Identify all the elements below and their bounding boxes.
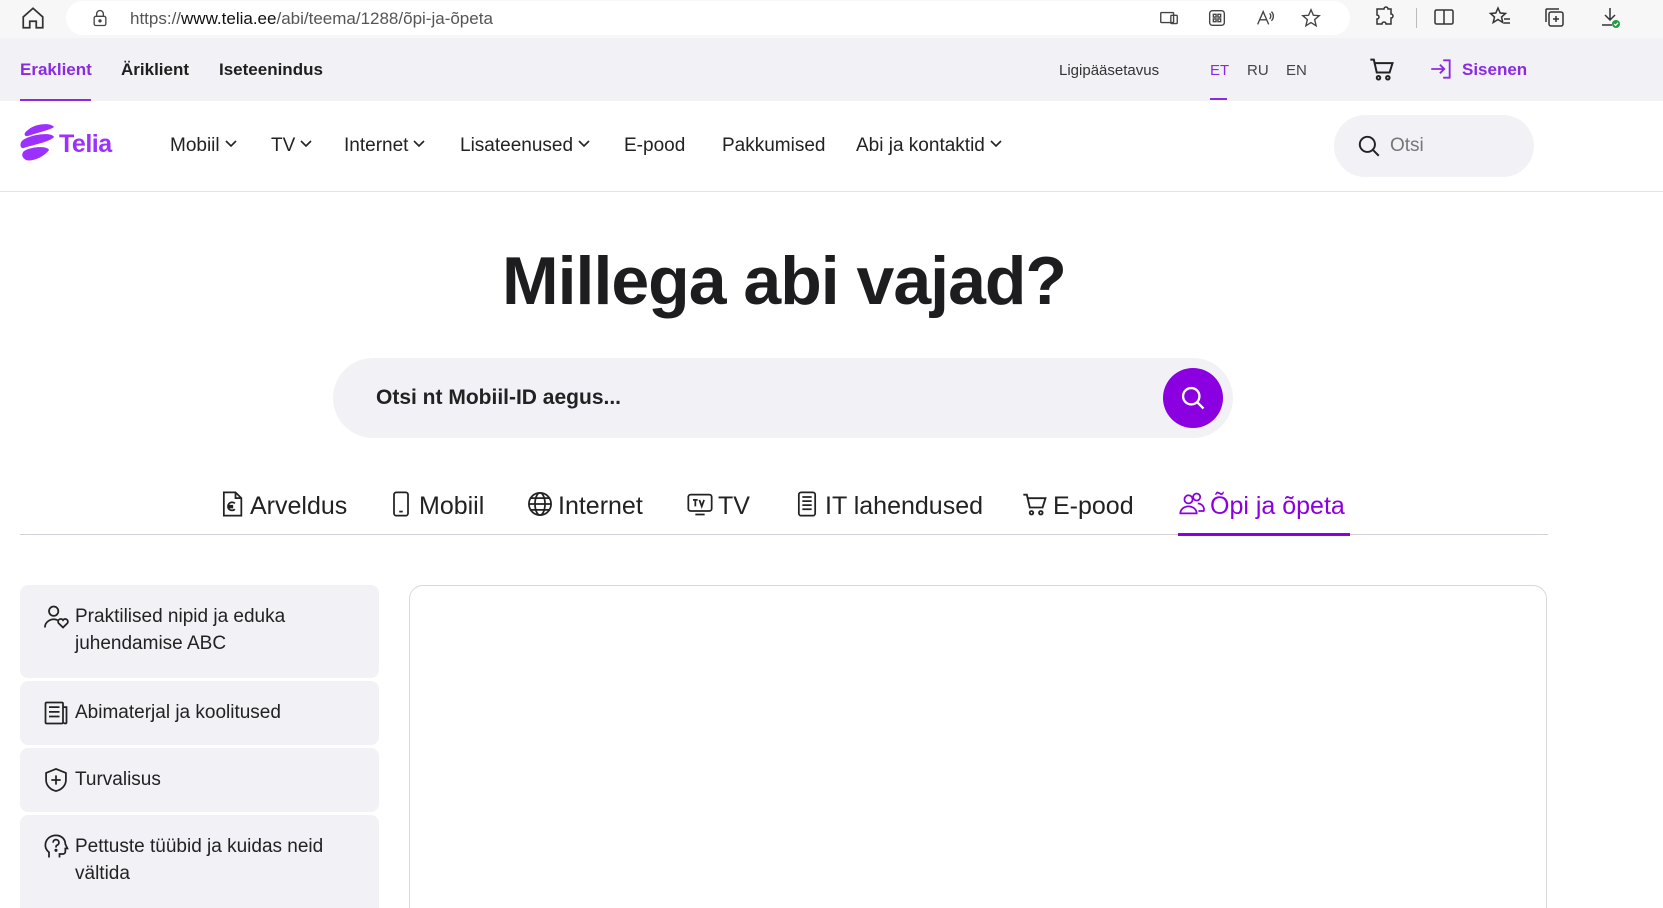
collections-icon[interactable]: [1542, 5, 1566, 29]
shield-plus-icon: [45, 767, 67, 792]
login-icon[interactable]: [1428, 56, 1454, 82]
nav-lisateenused[interactable]: Lisateenused: [460, 135, 591, 157]
telia-logo-mark-icon: [20, 124, 54, 161]
nav-tv-label: TV: [271, 135, 296, 156]
tab-mobiil-label: Mobiil: [419, 492, 485, 520]
side-item-line2: juhendamise ABC: [75, 633, 227, 654]
favorites-icon[interactable]: [1488, 5, 1512, 29]
telia-logo-text: Telia: [59, 130, 112, 158]
nav-internet-label: Internet: [344, 135, 409, 156]
nav-abi-ja-kontaktid[interactable]: Abi ja kontaktid: [856, 135, 1003, 157]
help-search-input[interactable]: Otsi nt Mobiil-ID aegus...: [333, 358, 1233, 438]
nav-mobiil-label: Mobiil: [170, 135, 220, 156]
address-bar[interactable]: https://www.telia.ee/abi/teema/1288/õpi-…: [66, 1, 1350, 35]
people-icon: [1179, 492, 1205, 515]
language-active-indicator: [1210, 98, 1227, 100]
side-item-line1: Praktilised nipid ja eduka: [75, 606, 286, 627]
segment-eraklient[interactable]: Eraklient: [20, 60, 92, 80]
url-path: /abi/teema/1288/õpi-ja-õpeta: [276, 9, 493, 28]
side-item-pettuste-tuubid[interactable]: Pettuste tüübid ja kuidas neid vältida: [20, 815, 379, 908]
phone-icon: [393, 491, 409, 517]
main-navigation: Telia Mobiil TV Internet Lisateenused E-…: [0, 101, 1663, 192]
tab-arveldus[interactable]: Arveldus: [218, 490, 347, 530]
invoice-euro-icon: [222, 491, 243, 517]
tab-tv[interactable]: TV: [686, 490, 750, 530]
tab-internet[interactable]: Internet: [526, 490, 643, 530]
cart-icon[interactable]: [1368, 55, 1396, 83]
nav-pakkumised[interactable]: Pakkumised: [722, 135, 826, 157]
tab-internet-label: Internet: [558, 492, 643, 520]
segment-ariklient[interactable]: Äriklient: [121, 60, 189, 80]
accessibility-link[interactable]: Ligipääsetavus: [1059, 62, 1159, 79]
tab-opi-ja-opeta[interactable]: Õpi ja õpeta: [1178, 490, 1345, 530]
side-item-turvalisus[interactable]: Turvalisus: [20, 748, 379, 812]
page-title: Millega abi vajad?: [502, 243, 1067, 319]
tab-arveldus-label: Arveldus: [250, 492, 348, 520]
tab-opi-ja-opeta-label: Õpi ja õpeta: [1210, 492, 1345, 520]
language-en[interactable]: EN: [1286, 62, 1307, 79]
telia-logo[interactable]: Telia: [20, 124, 120, 164]
chevron-down-icon: [413, 140, 426, 148]
tab-it-lahendused[interactable]: IT lahendused: [793, 490, 983, 530]
extensions-icon[interactable]: [1372, 5, 1396, 29]
tab-active-indicator: [1178, 533, 1350, 536]
side-item-praktilised-nipid[interactable]: Praktilised nipid ja eduka juhendamise AB…: [20, 585, 379, 678]
side-item-label: Abimaterjal ja koolitused: [75, 702, 281, 723]
login-link[interactable]: Sisenen: [1462, 60, 1527, 80]
read-aloud-icon[interactable]: [1254, 7, 1276, 29]
tv-icon: [687, 493, 713, 516]
search-icon: [1181, 386, 1205, 410]
nav-abi-ja-kontaktid-label: Abi ja kontaktid: [856, 135, 985, 156]
side-item-abimaterjal[interactable]: Abimaterjal ja koolitused: [20, 681, 379, 745]
help-search-placeholder: Otsi nt Mobiil-ID aegus...: [376, 386, 622, 409]
url-text[interactable]: https://www.telia.ee/abi/teema/1288/õpi-…: [130, 9, 493, 29]
header-search[interactable]: Otsi: [1334, 115, 1534, 177]
side-item-label: Pettuste tüübid ja kuidas neid vältida: [75, 833, 323, 887]
language-ru[interactable]: RU: [1247, 62, 1269, 79]
side-item-label: Praktilised nipid ja eduka juhendamise AB…: [75, 603, 285, 657]
tab-e-pood-label: E-pood: [1053, 492, 1134, 520]
downloads-icon[interactable]: [1598, 5, 1622, 29]
search-icon: [1358, 135, 1380, 157]
grid-apps-icon[interactable]: [1206, 7, 1228, 29]
nav-tv[interactable]: TV: [271, 135, 313, 157]
utility-bar: Eraklient Äriklient Iseteenindus Ligipää…: [0, 38, 1663, 101]
side-item-line2: vältida: [75, 863, 130, 884]
split-screen-icon[interactable]: [1432, 5, 1456, 29]
person-heart-icon: [44, 605, 69, 629]
chevron-down-icon: [990, 140, 1002, 148]
nav-internet[interactable]: Internet: [344, 135, 426, 157]
tab-it-lahendused-label: IT lahendused: [825, 492, 983, 520]
content-panel: [409, 585, 1547, 908]
nav-lisateenused-label: Lisateenused: [460, 135, 574, 156]
tab-tv-label: TV: [718, 492, 750, 520]
tab-e-pood[interactable]: E-pood: [1021, 490, 1134, 530]
globe-icon: [528, 492, 552, 516]
help-search-button[interactable]: [1163, 368, 1223, 428]
browser-toolbar: https://www.telia.ee/abi/teema/1288/õpi-…: [0, 0, 1663, 38]
chevron-down-icon: [578, 140, 590, 148]
home-icon[interactable]: [20, 5, 46, 31]
url-prefix: https://: [130, 9, 182, 28]
favorite-star-icon[interactable]: [1300, 7, 1322, 29]
language-et[interactable]: ET: [1210, 62, 1229, 79]
url-host: www.telia.ee: [181, 9, 277, 28]
app-available-icon[interactable]: [1158, 7, 1180, 29]
tab-mobiil[interactable]: Mobiil: [387, 490, 484, 530]
cart-icon: [1023, 493, 1047, 516]
document-icon: [44, 701, 68, 725]
segment-iseteenindus[interactable]: Iseteenindus: [219, 60, 323, 80]
toolbar-divider: [1416, 8, 1417, 28]
chevron-down-icon: [225, 140, 237, 148]
lock-icon[interactable]: [90, 8, 110, 28]
chevron-down-icon: [300, 140, 312, 148]
nav-mobiil[interactable]: Mobiil: [170, 135, 238, 157]
side-item-label: Turvalisus: [75, 769, 161, 790]
side-item-line1: Pettuste tüübid ja kuidas neid: [75, 836, 324, 857]
header-search-placeholder: Otsi: [1390, 135, 1424, 156]
nav-e-pood[interactable]: E-pood: [624, 135, 685, 157]
head-question-icon: [44, 834, 69, 858]
server-icon: [797, 491, 817, 517]
